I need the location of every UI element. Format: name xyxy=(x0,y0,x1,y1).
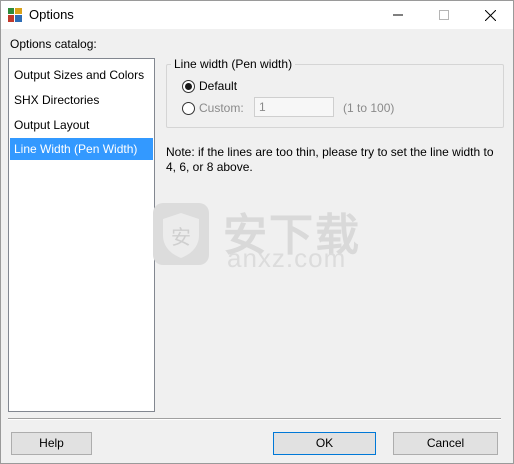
custom-radio-label[interactable]: Custom: xyxy=(199,101,244,115)
custom-radio-option[interactable]: Custom: xyxy=(182,101,244,115)
default-radio[interactable] xyxy=(182,79,195,93)
footer-separator xyxy=(8,418,501,420)
help-button[interactable]: Help xyxy=(11,432,92,455)
cancel-button[interactable]: Cancel xyxy=(393,432,498,455)
options-window: Options Options catalog: Output Sizes an… xyxy=(0,0,514,464)
window-title: Options xyxy=(29,7,74,22)
close-button[interactable] xyxy=(467,1,513,29)
line-width-group-title: Line width (Pen width) xyxy=(171,57,296,71)
catalog-label: Options catalog: xyxy=(10,37,97,51)
custom-width-input[interactable] xyxy=(254,97,334,117)
maximize-button[interactable] xyxy=(421,1,467,29)
catalog-item-output-layout[interactable]: Output Layout xyxy=(10,114,153,136)
maximize-icon xyxy=(439,10,449,20)
close-icon xyxy=(484,9,496,21)
watermark-logo-text: 安 xyxy=(171,225,191,249)
catalog-item-output-sizes[interactable]: Output Sizes and Colors xyxy=(10,64,153,86)
default-radio-option[interactable]: Default xyxy=(182,79,237,93)
watermark-en-text: anxz.com xyxy=(227,243,347,273)
ok-button[interactable]: OK xyxy=(273,432,376,455)
catalog-item-line-width[interactable]: Line Width (Pen Width) xyxy=(10,138,153,160)
app-icon xyxy=(7,7,23,23)
custom-radio[interactable] xyxy=(182,101,195,115)
radio-selected-dot xyxy=(185,82,192,90)
catalog-list[interactable]: Output Sizes and Colors SHX Directories … xyxy=(8,58,155,412)
line-width-note: Note: if the lines are too thin, please … xyxy=(166,145,494,174)
minimize-icon xyxy=(393,14,403,16)
minimize-button[interactable] xyxy=(375,1,421,29)
title-bar[interactable]: Options xyxy=(1,1,513,29)
default-radio-label[interactable]: Default xyxy=(199,79,237,93)
watermark-shield-icon: 安 xyxy=(153,203,209,265)
catalog-item-shx-directories[interactable]: SHX Directories xyxy=(10,89,153,111)
custom-range-hint: (1 to 100) xyxy=(343,101,395,115)
line-width-groupbox xyxy=(166,64,504,128)
